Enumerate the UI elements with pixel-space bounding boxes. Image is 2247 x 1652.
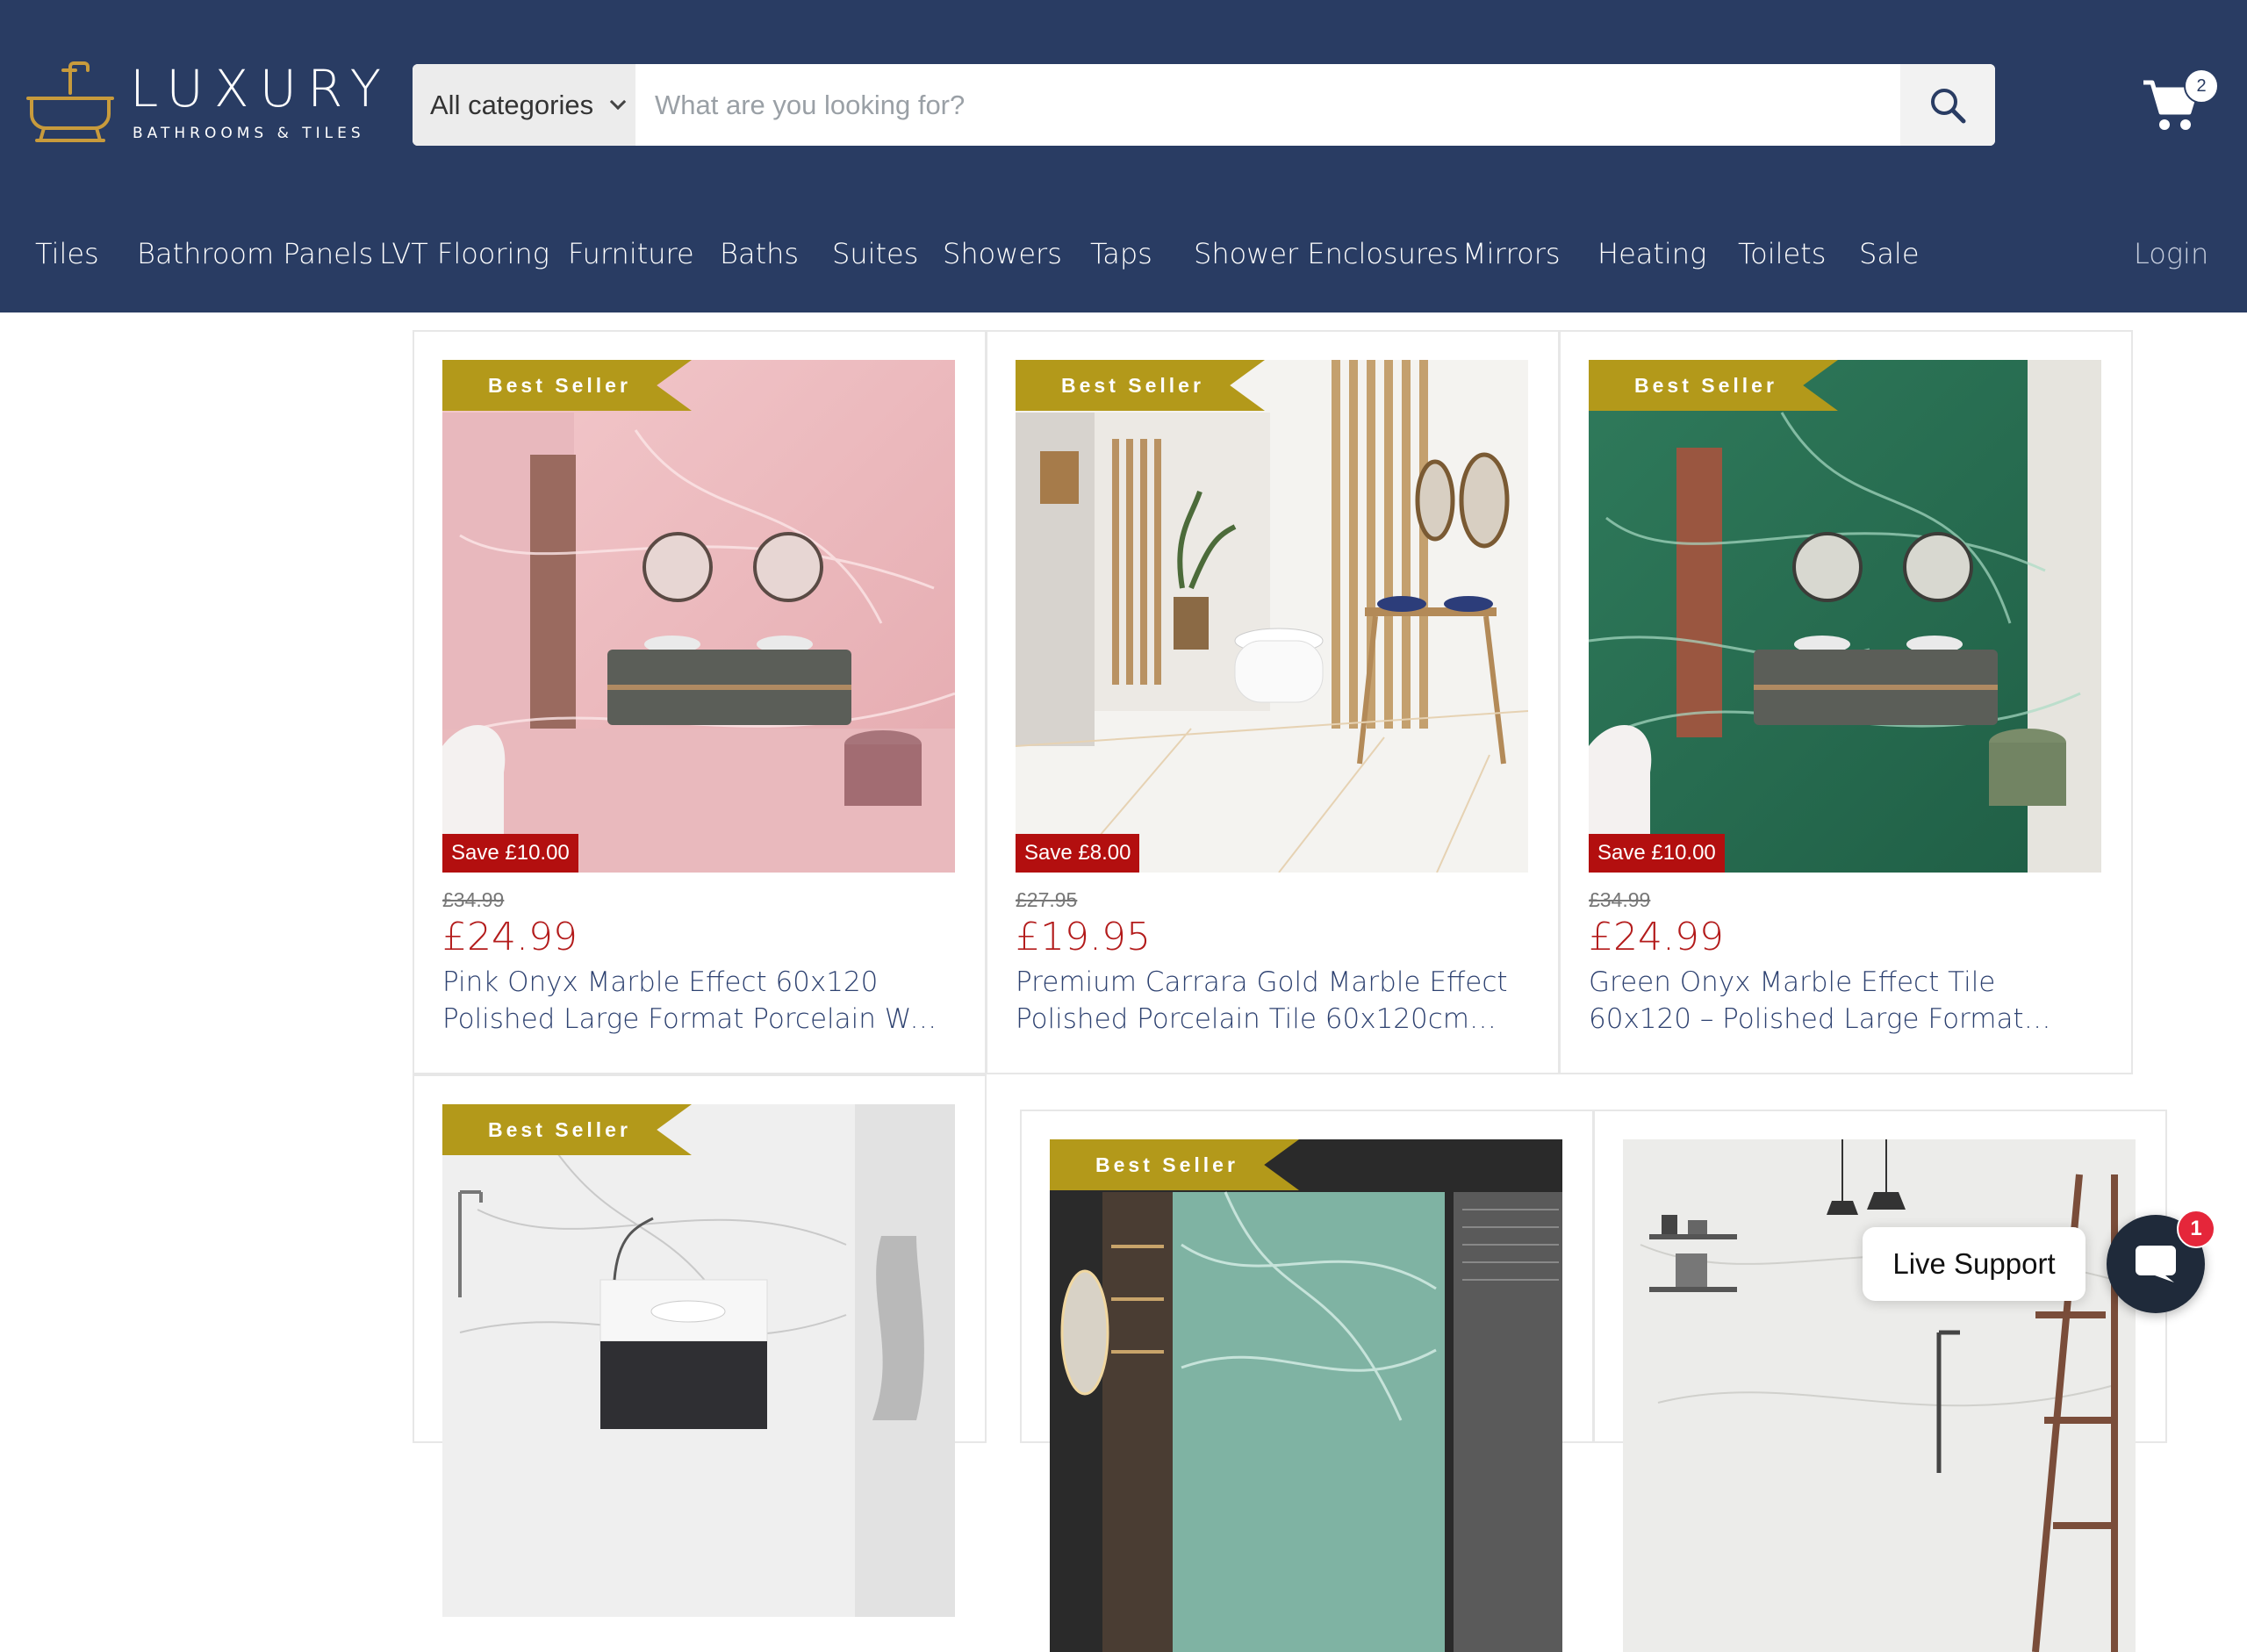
sale-price: £24.99 <box>442 915 578 959</box>
unread-count-badge: 1 <box>2177 1210 2215 1248</box>
nav-item-lvt-flooring[interactable]: LVT Flooring <box>379 237 549 270</box>
jade-onyx-bathroom-image <box>1050 1139 1562 1652</box>
green-onyx-bathroom-image <box>1589 360 2101 873</box>
save-badge: Save £8.00 <box>1016 834 1140 873</box>
save-badge: Save £10.00 <box>442 834 578 873</box>
nav-item-tiles[interactable]: Tiles <box>35 237 99 270</box>
main-nav: Tiles Bathroom Panels LVT Flooring Furni… <box>0 237 2247 290</box>
product-image[interactable]: Best Seller <box>442 1104 955 1617</box>
nav-item-showers[interactable]: Showers <box>943 237 1062 270</box>
product-card[interactable]: Best Seller Save £8.00 £27.95 £19.95 Pre… <box>986 330 1560 1074</box>
product-title-link[interactable]: Pink Onyx Marble Effect 60x120 Polished … <box>442 964 943 1038</box>
original-price: £34.99 <box>442 888 505 911</box>
chevron-down-icon <box>609 93 627 111</box>
product-card[interactable]: Best Seller <box>1020 1110 1594 1652</box>
grey-marble-bathroom-image <box>1623 1139 2136 1652</box>
brand-name: LUXURY <box>130 59 392 119</box>
product-image[interactable]: Best Seller Save £10.00 <box>442 360 955 873</box>
save-badge: Save £10.00 <box>1589 834 1725 873</box>
best-seller-badge: Best Seller <box>1589 360 1838 411</box>
nav-item-mirrors[interactable]: Mirrors <box>1462 237 1561 270</box>
best-seller-badge: Best Seller <box>442 1104 692 1155</box>
nav-item-baths[interactable]: Baths <box>720 237 799 270</box>
nav-item-bathroom-panels[interactable]: Bathroom Panels <box>137 237 373 270</box>
sale-price: £24.99 <box>1589 915 1724 959</box>
nav-item-shower-enclosures[interactable]: Shower Enclosures <box>1194 237 1459 270</box>
original-price: £27.95 <box>1016 888 1078 911</box>
category-select[interactable]: All categories <box>413 64 635 146</box>
best-seller-badge: Best Seller <box>1050 1139 1299 1190</box>
live-support-bubble[interactable]: Live Support <box>1863 1227 2085 1301</box>
product-image[interactable]: Best Seller Save £8.00 <box>1016 360 1528 873</box>
product-title-link[interactable]: Green Onyx Marble Effect Tile 60x120 – P… <box>1589 964 2089 1038</box>
product-card[interactable]: Best Seller Save £10.00 £34.99 £24.99 Gr… <box>1559 330 2133 1074</box>
cart-count-badge: 2 <box>2184 68 2219 104</box>
best-seller-badge: Best Seller <box>442 360 692 411</box>
bathtub-logo-icon <box>26 61 114 142</box>
search-icon <box>1931 88 1966 123</box>
product-image[interactable]: Best Seller <box>1050 1139 1562 1652</box>
brand-tagline: BATHROOMS & TILES <box>133 125 365 142</box>
sale-price: £19.95 <box>1016 915 1151 959</box>
product-image[interactable] <box>1623 1139 2136 1652</box>
login-link[interactable]: Login <box>2134 237 2208 270</box>
original-price: £34.99 <box>1589 888 1651 911</box>
product-title-link[interactable]: Premium Carrara Gold Marble Effect Polis… <box>1016 964 1516 1038</box>
product-card[interactable]: Best Seller Save £10.00 £34.99 £24.99 Pi… <box>413 330 987 1074</box>
nav-item-taps[interactable]: Taps <box>1090 237 1152 270</box>
white-marble-bathroom-image <box>442 1104 955 1617</box>
brand-logo[interactable]: LUXURY BATHROOMS & TILES <box>25 60 381 156</box>
nav-item-furniture[interactable]: Furniture <box>568 237 694 270</box>
product-image[interactable]: Best Seller Save £10.00 <box>1589 360 2101 873</box>
search-button[interactable] <box>1900 64 1995 146</box>
chat-icon <box>2136 1246 2176 1282</box>
product-card[interactable]: Best Seller <box>413 1074 987 1617</box>
best-seller-badge: Best Seller <box>1016 360 1265 411</box>
category-select-label: All categories <box>430 89 594 120</box>
nav-item-toilets[interactable]: Toilets <box>1738 237 1826 270</box>
site-header: LUXURY BATHROOMS & TILES All categories … <box>0 0 2247 312</box>
nav-item-suites[interactable]: Suites <box>832 237 918 270</box>
pink-onyx-bathroom-image <box>442 360 955 873</box>
search-input[interactable] <box>635 64 1873 146</box>
nav-item-heating[interactable]: Heating <box>1597 237 1706 270</box>
nav-item-sale[interactable]: Sale <box>1859 237 1920 270</box>
search-bar: All categories <box>413 64 1995 146</box>
carrara-gold-bathroom-image <box>1016 360 1528 873</box>
